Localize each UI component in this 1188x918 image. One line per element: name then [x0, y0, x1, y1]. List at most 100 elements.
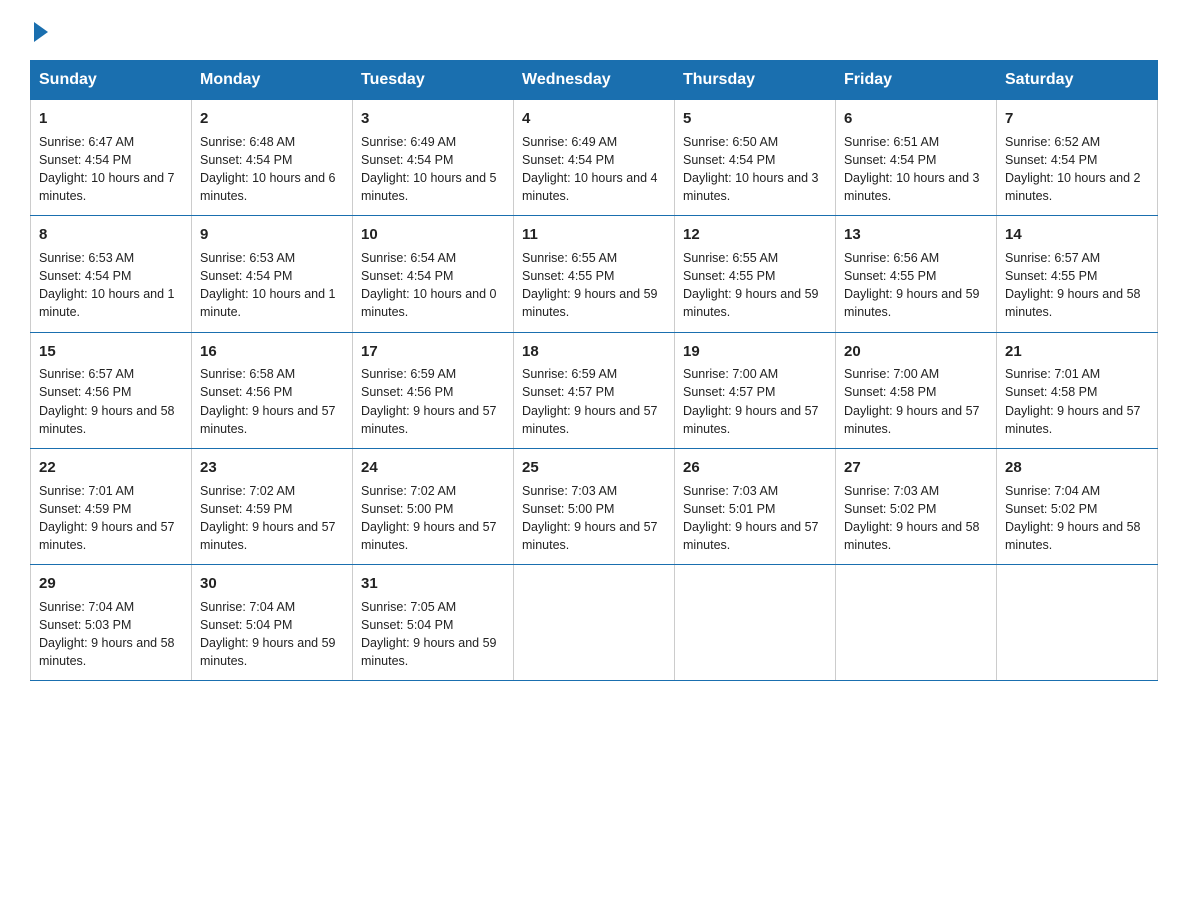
table-row: [997, 565, 1158, 681]
table-row: 24 Sunrise: 7:02 AMSunset: 5:00 PMDayligh…: [353, 448, 514, 564]
day-number: 7: [1005, 108, 1149, 130]
day-info: Sunrise: 6:58 AMSunset: 4:56 PMDaylight:…: [200, 367, 336, 435]
table-row: 31Sunrise: 7:05 AMSunset: 5:04 PMDayligh…: [353, 565, 514, 681]
day-info: Sunrise: 6:52 AMSunset: 4:54 PMDaylight:…: [1005, 135, 1141, 203]
day-number: 24: [361, 457, 505, 479]
day-info: Sunrise: 7:00 AMSunset: 4:57 PMDaylight:…: [683, 367, 819, 435]
day-number: 31: [361, 573, 505, 595]
day-info: Sunrise: 7:03 AMSunset: 5:00 PMDaylight:…: [522, 484, 658, 552]
day-info: Sunrise: 7:02 AMSunset: 4:59 PMDaylight:…: [200, 484, 336, 552]
table-row: 9 Sunrise: 6:53 AMSunset: 4:54 PMDaylight…: [192, 216, 353, 332]
day-number: 30: [200, 573, 344, 595]
day-info: Sunrise: 6:53 AMSunset: 4:54 PMDaylight:…: [39, 251, 175, 319]
table-row: 12 Sunrise: 6:55 AMSunset: 4:55 PMDayligh…: [675, 216, 836, 332]
day-info: Sunrise: 7:03 AMSunset: 5:02 PMDaylight:…: [844, 484, 980, 552]
table-row: 21Sunrise: 7:01 AMSunset: 4:58 PMDayligh…: [997, 332, 1158, 448]
header-saturday: Saturday: [997, 61, 1158, 100]
table-row: 19Sunrise: 7:00 AMSunset: 4:57 PMDayligh…: [675, 332, 836, 448]
day-info: Sunrise: 7:02 AMSunset: 5:00 PMDaylight:…: [361, 484, 497, 552]
day-number: 10: [361, 224, 505, 246]
day-number: 9: [200, 224, 344, 246]
day-number: 14: [1005, 224, 1149, 246]
day-number: 28: [1005, 457, 1149, 479]
header-thursday: Thursday: [675, 61, 836, 100]
day-info: Sunrise: 6:54 AMSunset: 4:54 PMDaylight:…: [361, 251, 497, 319]
day-info: Sunrise: 7:04 AMSunset: 5:04 PMDaylight:…: [200, 600, 336, 668]
day-number: 15: [39, 341, 183, 363]
table-row: 30 Sunrise: 7:04 AMSunset: 5:04 PMDayligh…: [192, 565, 353, 681]
day-number: 27: [844, 457, 988, 479]
day-number: 23: [200, 457, 344, 479]
day-info: Sunrise: 6:47 AMSunset: 4:54 PMDaylight:…: [39, 135, 175, 203]
table-row: 1 Sunrise: 6:47 AMSunset: 4:54 PMDaylight…: [31, 100, 192, 216]
day-info: Sunrise: 7:04 AMSunset: 5:03 PMDaylight:…: [39, 600, 175, 668]
table-row: 11 Sunrise: 6:55 AMSunset: 4:55 PMDayligh…: [514, 216, 675, 332]
day-info: Sunrise: 6:57 AMSunset: 4:55 PMDaylight:…: [1005, 251, 1141, 319]
header-friday: Friday: [836, 61, 997, 100]
day-number: 11: [522, 224, 666, 246]
logo-triangle-icon: [34, 22, 48, 42]
table-row: 2 Sunrise: 6:48 AMSunset: 4:54 PMDaylight…: [192, 100, 353, 216]
table-row: 18 Sunrise: 6:59 AMSunset: 4:57 PMDayligh…: [514, 332, 675, 448]
table-row: 8 Sunrise: 6:53 AMSunset: 4:54 PMDaylight…: [31, 216, 192, 332]
calendar-week-row: 15 Sunrise: 6:57 AMSunset: 4:56 PMDayligh…: [31, 332, 1158, 448]
day-info: Sunrise: 6:48 AMSunset: 4:54 PMDaylight:…: [200, 135, 336, 203]
day-number: 18: [522, 341, 666, 363]
header-monday: Monday: [192, 61, 353, 100]
day-info: Sunrise: 6:55 AMSunset: 4:55 PMDaylight:…: [522, 251, 658, 319]
day-info: Sunrise: 6:56 AMSunset: 4:55 PMDaylight:…: [844, 251, 980, 319]
table-row: 25 Sunrise: 7:03 AMSunset: 5:00 PMDayligh…: [514, 448, 675, 564]
table-row: 27 Sunrise: 7:03 AMSunset: 5:02 PMDayligh…: [836, 448, 997, 564]
day-info: Sunrise: 6:49 AMSunset: 4:54 PMDaylight:…: [522, 135, 658, 203]
day-number: 2: [200, 108, 344, 130]
day-info: Sunrise: 6:55 AMSunset: 4:55 PMDaylight:…: [683, 251, 819, 319]
table-row: 10 Sunrise: 6:54 AMSunset: 4:54 PMDayligh…: [353, 216, 514, 332]
day-number: 12: [683, 224, 827, 246]
table-row: 29Sunrise: 7:04 AMSunset: 5:03 PMDayligh…: [31, 565, 192, 681]
day-info: Sunrise: 7:01 AMSunset: 4:59 PMDaylight:…: [39, 484, 175, 552]
weekday-header-row: Sunday Monday Tuesday Wednesday Thursday…: [31, 61, 1158, 100]
day-number: 17: [361, 341, 505, 363]
logo: [30, 20, 48, 42]
table-row: 3Sunrise: 6:49 AMSunset: 4:54 PMDaylight…: [353, 100, 514, 216]
day-number: 21: [1005, 341, 1149, 363]
day-number: 13: [844, 224, 988, 246]
table-row: 28 Sunrise: 7:04 AMSunset: 5:02 PMDayligh…: [997, 448, 1158, 564]
header-sunday: Sunday: [31, 61, 192, 100]
calendar-week-row: 1 Sunrise: 6:47 AMSunset: 4:54 PMDaylight…: [31, 100, 1158, 216]
table-row: 15 Sunrise: 6:57 AMSunset: 4:56 PMDayligh…: [31, 332, 192, 448]
day-info: Sunrise: 7:03 AMSunset: 5:01 PMDaylight:…: [683, 484, 819, 552]
header-wednesday: Wednesday: [514, 61, 675, 100]
table-row: 26 Sunrise: 7:03 AMSunset: 5:01 PMDayligh…: [675, 448, 836, 564]
table-row: 4 Sunrise: 6:49 AMSunset: 4:54 PMDaylight…: [514, 100, 675, 216]
day-info: Sunrise: 7:00 AMSunset: 4:58 PMDaylight:…: [844, 367, 980, 435]
table-row: 22Sunrise: 7:01 AMSunset: 4:59 PMDayligh…: [31, 448, 192, 564]
table-row: 14 Sunrise: 6:57 AMSunset: 4:55 PMDayligh…: [997, 216, 1158, 332]
day-info: Sunrise: 6:59 AMSunset: 4:56 PMDaylight:…: [361, 367, 497, 435]
day-info: Sunrise: 6:49 AMSunset: 4:54 PMDaylight:…: [361, 135, 497, 203]
day-info: Sunrise: 7:04 AMSunset: 5:02 PMDaylight:…: [1005, 484, 1141, 552]
calendar-week-row: 29Sunrise: 7:04 AMSunset: 5:03 PMDayligh…: [31, 565, 1158, 681]
day-number: 4: [522, 108, 666, 130]
day-number: 1: [39, 108, 183, 130]
table-row: [836, 565, 997, 681]
day-number: 26: [683, 457, 827, 479]
day-number: 20: [844, 341, 988, 363]
day-number: 5: [683, 108, 827, 130]
table-row: 16Sunrise: 6:58 AMSunset: 4:56 PMDayligh…: [192, 332, 353, 448]
calendar-week-row: 8 Sunrise: 6:53 AMSunset: 4:54 PMDaylight…: [31, 216, 1158, 332]
calendar-week-row: 22Sunrise: 7:01 AMSunset: 4:59 PMDayligh…: [31, 448, 1158, 564]
day-info: Sunrise: 6:57 AMSunset: 4:56 PMDaylight:…: [39, 367, 175, 435]
table-row: 5Sunrise: 6:50 AMSunset: 4:54 PMDaylight…: [675, 100, 836, 216]
calendar-table: Sunday Monday Tuesday Wednesday Thursday…: [30, 60, 1158, 681]
day-info: Sunrise: 6:59 AMSunset: 4:57 PMDaylight:…: [522, 367, 658, 435]
table-row: 6 Sunrise: 6:51 AMSunset: 4:54 PMDaylight…: [836, 100, 997, 216]
day-info: Sunrise: 6:53 AMSunset: 4:54 PMDaylight:…: [200, 251, 336, 319]
day-number: 25: [522, 457, 666, 479]
table-row: [675, 565, 836, 681]
table-row: 17 Sunrise: 6:59 AMSunset: 4:56 PMDayligh…: [353, 332, 514, 448]
day-number: 8: [39, 224, 183, 246]
day-number: 6: [844, 108, 988, 130]
day-info: Sunrise: 6:51 AMSunset: 4:54 PMDaylight:…: [844, 135, 980, 203]
table-row: [514, 565, 675, 681]
